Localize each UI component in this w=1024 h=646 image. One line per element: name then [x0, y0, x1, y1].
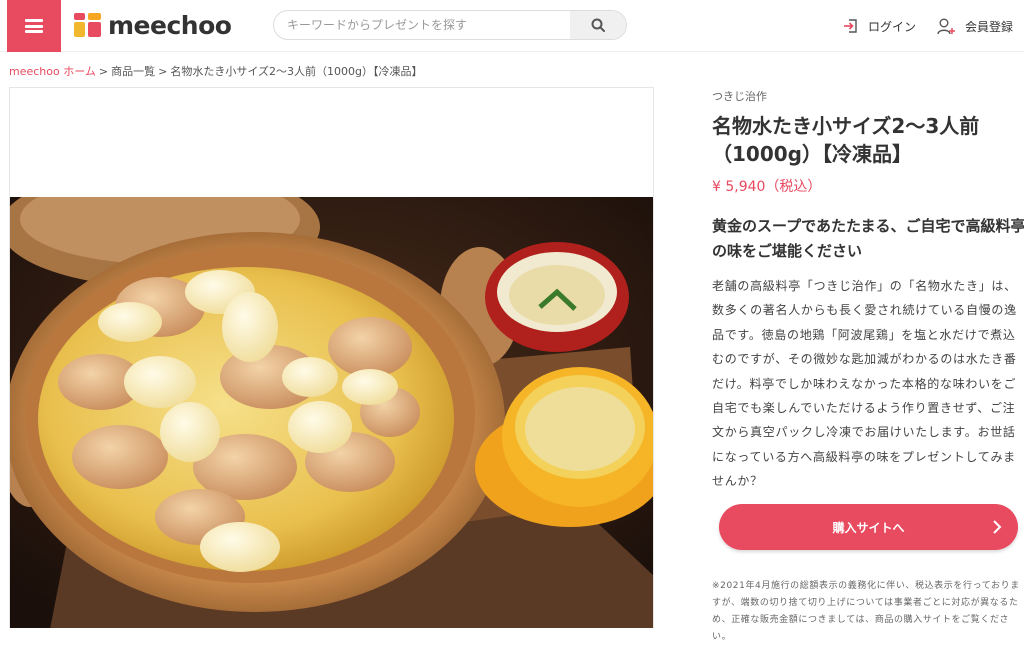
buy-site-button[interactable]: 購入サイトへ: [719, 504, 1018, 550]
search-icon: [591, 18, 605, 32]
breadcrumb: meechoo ホーム > 商品一覧 > 名物水たき小サイズ2〜3人前（1000g）【冷…: [9, 65, 423, 78]
logo-icon: [74, 13, 101, 37]
search-input[interactable]: [274, 11, 570, 39]
product-image-frame: [9, 87, 654, 628]
buy-button-label: 購入サイトへ: [832, 520, 905, 535]
register-label: 会員登録: [965, 19, 1014, 34]
site-header: meechoo ログイン 会員登録: [0, 0, 1024, 52]
tax-note: ※2021年4月施行の総額表示の義務化に伴い、税込表示を行っておりますが、端数の…: [712, 581, 1020, 642]
register-link[interactable]: 会員登録: [937, 15, 1013, 37]
user-add-icon: [937, 18, 955, 34]
breadcrumb-list[interactable]: 商品一覧: [111, 65, 155, 78]
login-link[interactable]: ログイン: [843, 15, 916, 37]
login-icon: [844, 19, 857, 33]
search-button[interactable]: [570, 11, 626, 39]
breadcrumb-current: 名物水たき小サイズ2〜3人前（1000g）【冷凍品】: [170, 65, 423, 78]
product-photo: [10, 197, 653, 628]
product-price: ¥ 5,940（税込）: [712, 179, 822, 195]
breadcrumb-home[interactable]: meechoo ホーム: [9, 65, 96, 78]
chevron-right-icon: [993, 520, 1002, 534]
mizutaki-hotpot-image: [10, 197, 653, 628]
search-bar: [273, 10, 627, 40]
product-description: 老舗の高級料亭「つきじ治作」の「名物水たき」は、数多くの著名人からも長く愛され続…: [712, 279, 1017, 489]
menu-button[interactable]: [7, 0, 61, 52]
catch-copy: 黄金のスープであたたまる、ご自宅で高級料亭の味をご堪能ください: [712, 217, 1024, 260]
site-logo[interactable]: meechoo: [74, 10, 232, 40]
product-title: 名物水たき小サイズ2〜3人前（1000g）【冷凍品】: [712, 114, 980, 166]
logo-text: meechoo: [108, 10, 232, 40]
login-label: ログイン: [868, 19, 917, 34]
hamburger-icon: [25, 19, 43, 33]
brand-name: つきじ治作: [712, 90, 767, 103]
